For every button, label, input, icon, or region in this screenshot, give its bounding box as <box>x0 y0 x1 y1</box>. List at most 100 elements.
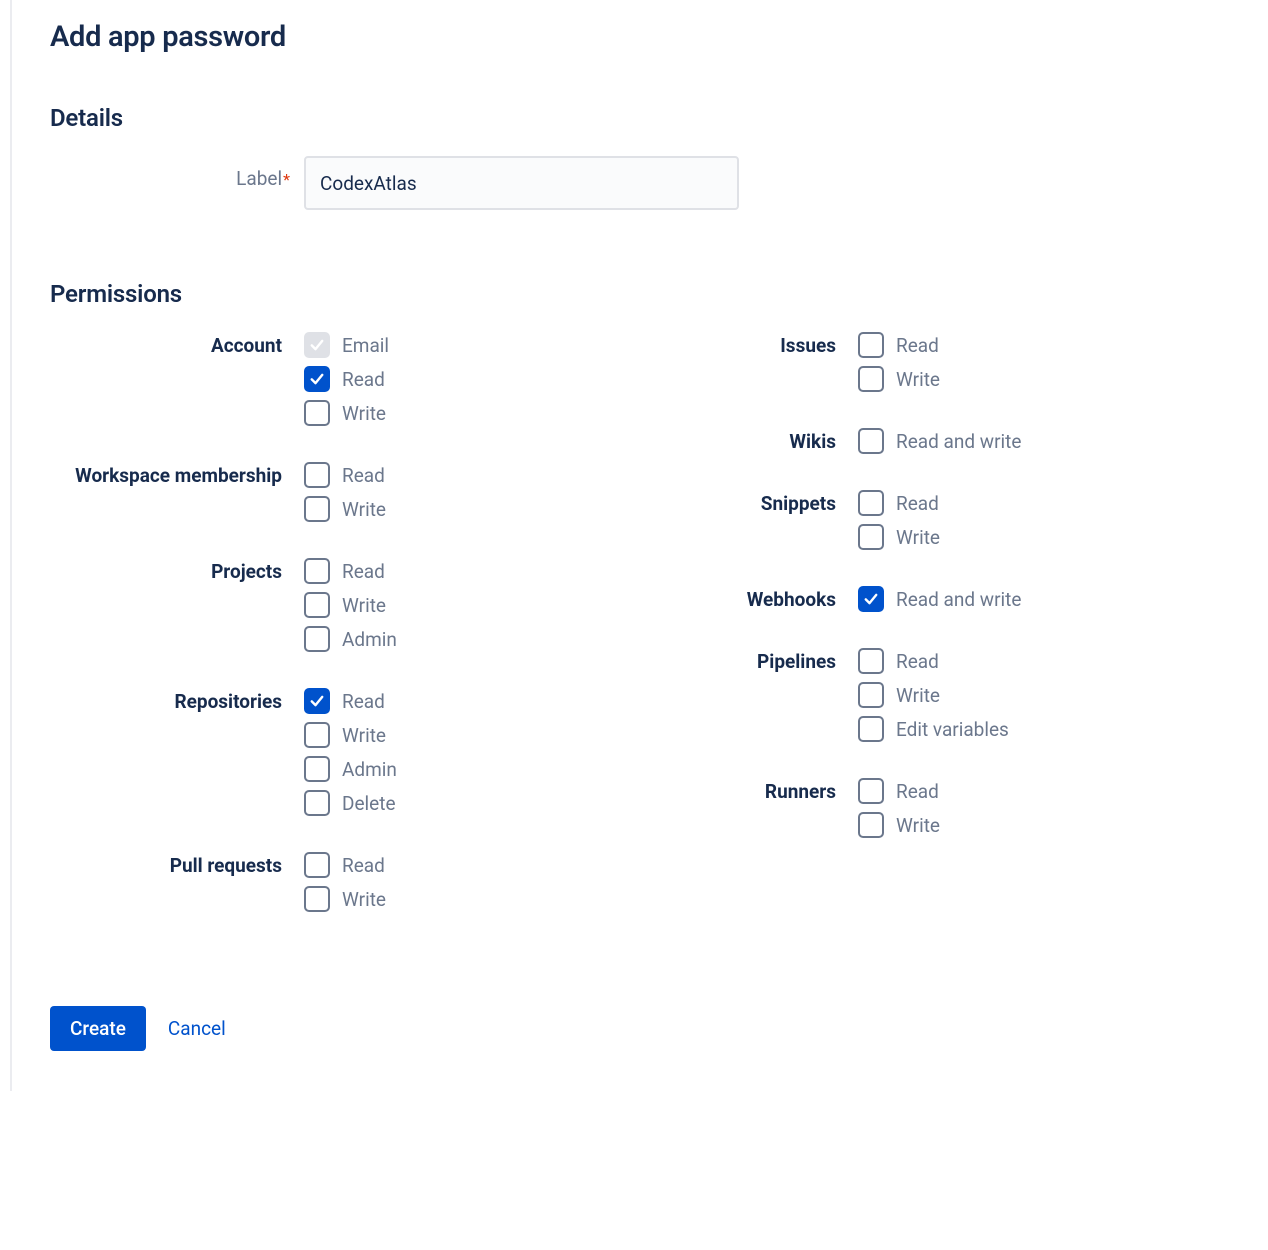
perm-option-label: Write <box>342 724 386 747</box>
perm-option-label: Edit variables <box>896 718 1009 741</box>
page-title: Add app password <box>50 20 1192 54</box>
checkbox-wikis-read-and-write[interactable] <box>858 428 884 454</box>
perm-option-label: Write <box>896 814 940 837</box>
perm-option-workspace-membership-read[interactable]: Read <box>304 462 386 488</box>
perm-group-pipelines: PipelinesReadWriteEdit variables <box>578 648 1108 742</box>
perm-option-snippets-write[interactable]: Write <box>858 524 940 550</box>
perm-option-wikis-read-and-write[interactable]: Read and write <box>858 428 1021 454</box>
perm-options-issues: Read Write <box>858 332 940 392</box>
perm-option-pull-requests-write[interactable]: Write <box>304 886 386 912</box>
perm-option-pull-requests-read[interactable]: Read <box>304 852 386 878</box>
checkbox-account-read[interactable] <box>304 366 330 392</box>
perm-option-label: Delete <box>342 792 396 815</box>
label-input[interactable] <box>304 156 739 210</box>
checkbox-projects-read[interactable] <box>304 558 330 584</box>
perm-option-label: Read <box>896 780 939 803</box>
perm-group-workspace-membership: Workspace membershipRead Write <box>50 462 530 522</box>
checkbox-pipelines-write[interactable] <box>858 682 884 708</box>
cancel-button[interactable]: Cancel <box>168 1017 226 1040</box>
perm-group-runners: Runners Read Write <box>578 778 1108 838</box>
perm-option-label: Write <box>896 684 940 707</box>
perm-option-repositories-admin[interactable]: Admin <box>304 756 397 782</box>
permissions-section: Permissions AccountEmailReadWriteWorkspa… <box>50 280 1192 948</box>
perm-group-label-account: Account <box>50 332 304 358</box>
perm-option-issues-write[interactable]: Write <box>858 366 940 392</box>
perm-options-runners: Read Write <box>858 778 940 838</box>
checkbox-account-write[interactable] <box>304 400 330 426</box>
perm-option-label: Read <box>896 492 939 515</box>
perm-options-repositories: Read Write Admin Delete <box>304 688 397 816</box>
actions-row: Create Cancel <box>50 1006 1192 1051</box>
perm-group-label-wikis: Wikis <box>578 428 858 454</box>
perm-option-pipelines-read[interactable]: Read <box>858 648 1009 674</box>
checkbox-snippets-write[interactable] <box>858 524 884 550</box>
checkbox-repositories-write[interactable] <box>304 722 330 748</box>
checkbox-workspace-membership-read[interactable] <box>304 462 330 488</box>
perm-options-pipelines: Read Write Edit variables <box>858 648 1009 742</box>
perm-group-repositories: Repositories Read Write Admin Delete <box>50 688 530 816</box>
perm-group-label-workspace-membership: Workspace membership <box>50 462 304 488</box>
perm-option-repositories-read[interactable]: Read <box>304 688 397 714</box>
checkbox-webhooks-read-and-write[interactable] <box>858 586 884 612</box>
permissions-heading: Permissions <box>50 280 1192 308</box>
perm-option-label: Write <box>342 888 386 911</box>
perm-option-issues-read[interactable]: Read <box>858 332 940 358</box>
perm-option-pipelines-write[interactable]: Write <box>858 682 1009 708</box>
checkbox-pull-requests-read[interactable] <box>304 852 330 878</box>
perm-options-wikis: Read and write <box>858 428 1021 454</box>
perm-option-workspace-membership-write[interactable]: Write <box>304 496 386 522</box>
checkbox-account-email <box>304 332 330 358</box>
checkbox-runners-write[interactable] <box>858 812 884 838</box>
perm-option-projects-read[interactable]: Read <box>304 558 397 584</box>
perm-option-account-email: Email <box>304 332 389 358</box>
perm-option-runners-read[interactable]: Read <box>858 778 940 804</box>
perm-option-webhooks-read-and-write[interactable]: Read and write <box>858 586 1021 612</box>
perm-group-issues: IssuesRead Write <box>578 332 1108 392</box>
checkbox-repositories-delete[interactable] <box>304 790 330 816</box>
perm-option-repositories-delete[interactable]: Delete <box>304 790 397 816</box>
perm-option-label: Admin <box>342 758 397 781</box>
checkbox-pull-requests-write[interactable] <box>304 886 330 912</box>
perm-option-projects-admin[interactable]: Admin <box>304 626 397 652</box>
perm-group-label-pull-requests: Pull requests <box>50 852 304 878</box>
perm-group-projects: ProjectsRead Write Admin <box>50 558 530 652</box>
checkbox-repositories-read[interactable] <box>304 688 330 714</box>
perm-option-account-write[interactable]: Write <box>304 400 389 426</box>
checkbox-pipelines-edit-variables[interactable] <box>858 716 884 742</box>
perm-group-label-projects: Projects <box>50 558 304 584</box>
perm-group-label-repositories: Repositories <box>50 688 304 714</box>
perm-options-workspace-membership: Read Write <box>304 462 386 522</box>
checkbox-issues-read[interactable] <box>858 332 884 358</box>
details-section: Details Label* <box>50 104 1192 210</box>
checkbox-pipelines-read[interactable] <box>858 648 884 674</box>
perm-options-pull-requests: Read Write <box>304 852 386 912</box>
perm-group-wikis: Wikis Read and write <box>578 428 1108 454</box>
checkbox-workspace-membership-write[interactable] <box>304 496 330 522</box>
perm-group-label-runners: Runners <box>578 778 858 804</box>
checkbox-runners-read[interactable] <box>858 778 884 804</box>
checkbox-projects-admin[interactable] <box>304 626 330 652</box>
perm-option-label: Read <box>342 690 385 713</box>
perm-option-projects-write[interactable]: Write <box>304 592 397 618</box>
checkbox-projects-write[interactable] <box>304 592 330 618</box>
perm-group-label-issues: Issues <box>578 332 858 358</box>
perm-option-repositories-write[interactable]: Write <box>304 722 397 748</box>
perm-option-label: Write <box>896 368 940 391</box>
perm-option-label: Read and write <box>896 430 1021 453</box>
perm-option-label: Read <box>342 368 385 391</box>
perm-option-account-read[interactable]: Read <box>304 366 389 392</box>
perm-options-snippets: Read Write <box>858 490 940 550</box>
checkbox-snippets-read[interactable] <box>858 490 884 516</box>
perm-option-snippets-read[interactable]: Read <box>858 490 940 516</box>
label-field-label: Label <box>236 167 282 190</box>
checkbox-repositories-admin[interactable] <box>304 756 330 782</box>
perm-option-runners-write[interactable]: Write <box>858 812 940 838</box>
checkbox-issues-write[interactable] <box>858 366 884 392</box>
perm-option-pipelines-edit-variables[interactable]: Edit variables <box>858 716 1009 742</box>
perm-group-snippets: SnippetsReadWrite <box>578 490 1108 550</box>
required-indicator: * <box>283 170 290 189</box>
create-button[interactable]: Create <box>50 1006 146 1051</box>
permissions-column-right: IssuesReadWriteWikisRead and writeSnippe… <box>578 332 1108 948</box>
perm-group-label-webhooks: Webhooks <box>578 586 858 612</box>
details-heading: Details <box>50 104 1192 132</box>
